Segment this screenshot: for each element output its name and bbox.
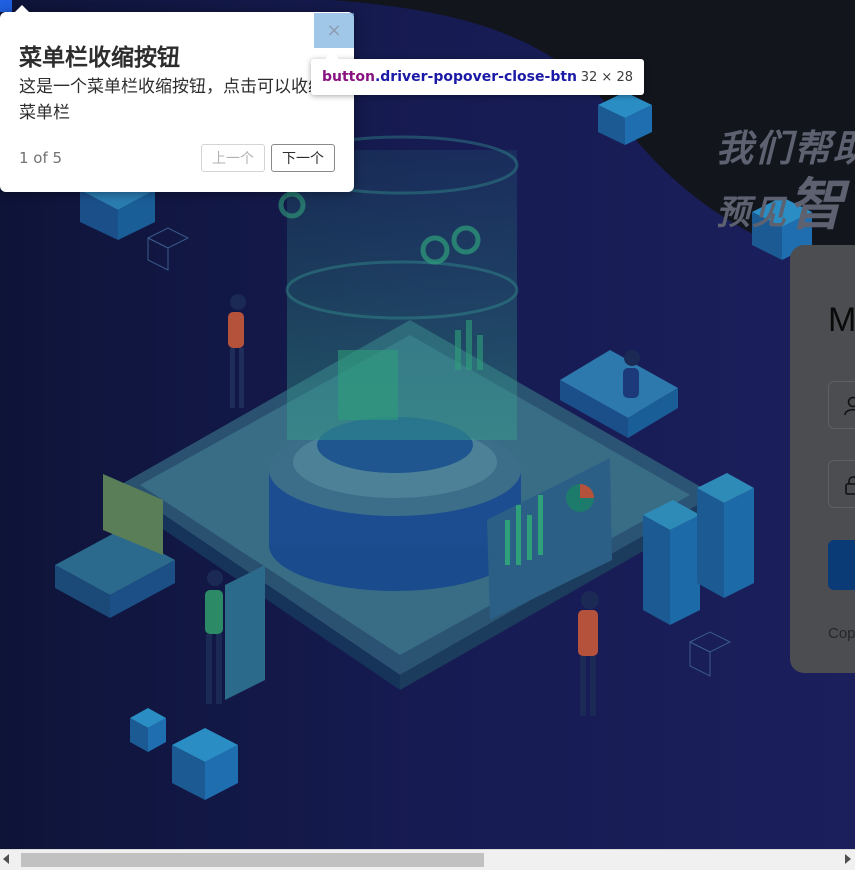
popover-close-button[interactable]: × xyxy=(314,13,354,48)
horizontal-scrollbar[interactable] xyxy=(0,849,855,870)
devtools-inspect-tooltip: button.driver-popover-close-btn 32 × 28 xyxy=(311,52,644,95)
login-card: M Cop xyxy=(790,245,855,673)
scrollbar-thumb[interactable] xyxy=(21,853,484,867)
copyright-text: Cop xyxy=(828,625,855,642)
popover-description: 这是一个菜单栏收缩按钮，点击可以收缩菜单栏 xyxy=(19,77,325,123)
slogan-line-2-prefix: 预见 xyxy=(716,193,788,233)
tooltip-class: .driver-popover-close-btn xyxy=(374,69,577,85)
lock-icon xyxy=(843,475,855,499)
tooltip-size: 32 × 28 xyxy=(580,70,633,85)
tour-popover: 菜单栏收缩按钮 这是一个菜单栏收缩按钮，点击可以收缩菜单栏 1 of 5 上一个… xyxy=(0,5,354,192)
login-title: M xyxy=(828,301,855,339)
slogan-line-2: 预见智 xyxy=(716,160,846,241)
highlighted-menu-toggle[interactable] xyxy=(0,0,12,12)
tooltip-selector: button.driver-popover-close-btn xyxy=(322,69,577,85)
user-icon xyxy=(843,396,855,420)
password-field[interactable] xyxy=(828,460,855,508)
arrow-left-icon[interactable] xyxy=(3,854,9,864)
popover-arrow xyxy=(15,5,29,12)
popover-title: 菜单栏收缩按钮 xyxy=(19,45,180,71)
slogan-line-2-big: 智 xyxy=(788,173,846,238)
arrow-right-icon[interactable] xyxy=(845,854,851,864)
login-button[interactable] xyxy=(828,540,855,590)
prev-button[interactable]: 上一个 xyxy=(201,144,265,172)
popover-progress: 1 of 5 xyxy=(19,149,63,167)
username-field[interactable] xyxy=(828,381,855,429)
next-button[interactable]: 下一个 xyxy=(271,144,335,172)
tooltip-arrow xyxy=(325,52,339,59)
tooltip-tag: button xyxy=(322,69,375,85)
